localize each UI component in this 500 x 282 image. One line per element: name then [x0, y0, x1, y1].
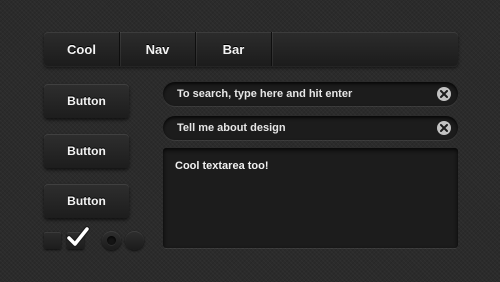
button-3[interactable]: Button — [44, 184, 129, 218]
button-2[interactable]: Button — [44, 134, 129, 168]
checkmark-icon — [66, 226, 90, 247]
radio-unselected[interactable] — [125, 231, 144, 250]
nav-bar: Cool Nav Bar — [44, 32, 458, 66]
close-circle-icon[interactable] — [437, 121, 451, 135]
checkbox-unchecked[interactable] — [44, 232, 61, 249]
textarea[interactable]: Cool textarea too! — [163, 148, 458, 248]
search-field[interactable]: To search, type here and hit enter — [163, 82, 458, 106]
nav-item-cool[interactable]: Cool — [44, 32, 120, 66]
close-circle-icon[interactable] — [437, 87, 451, 101]
nav-item-bar[interactable]: Bar — [196, 32, 272, 66]
radio-dot — [107, 236, 116, 245]
button-1[interactable]: Button — [44, 84, 129, 118]
text-field-value: Tell me about design — [177, 122, 286, 134]
textarea-value: Cool textarea too! — [175, 160, 269, 172]
checkbox-checked[interactable] — [66, 226, 90, 249]
text-field[interactable]: Tell me about design — [163, 116, 458, 140]
radio-selected[interactable] — [102, 231, 121, 250]
nav-bar-empty-area — [272, 32, 458, 66]
search-placeholder: To search, type here and hit enter — [177, 88, 353, 100]
nav-item-nav[interactable]: Nav — [120, 32, 196, 66]
